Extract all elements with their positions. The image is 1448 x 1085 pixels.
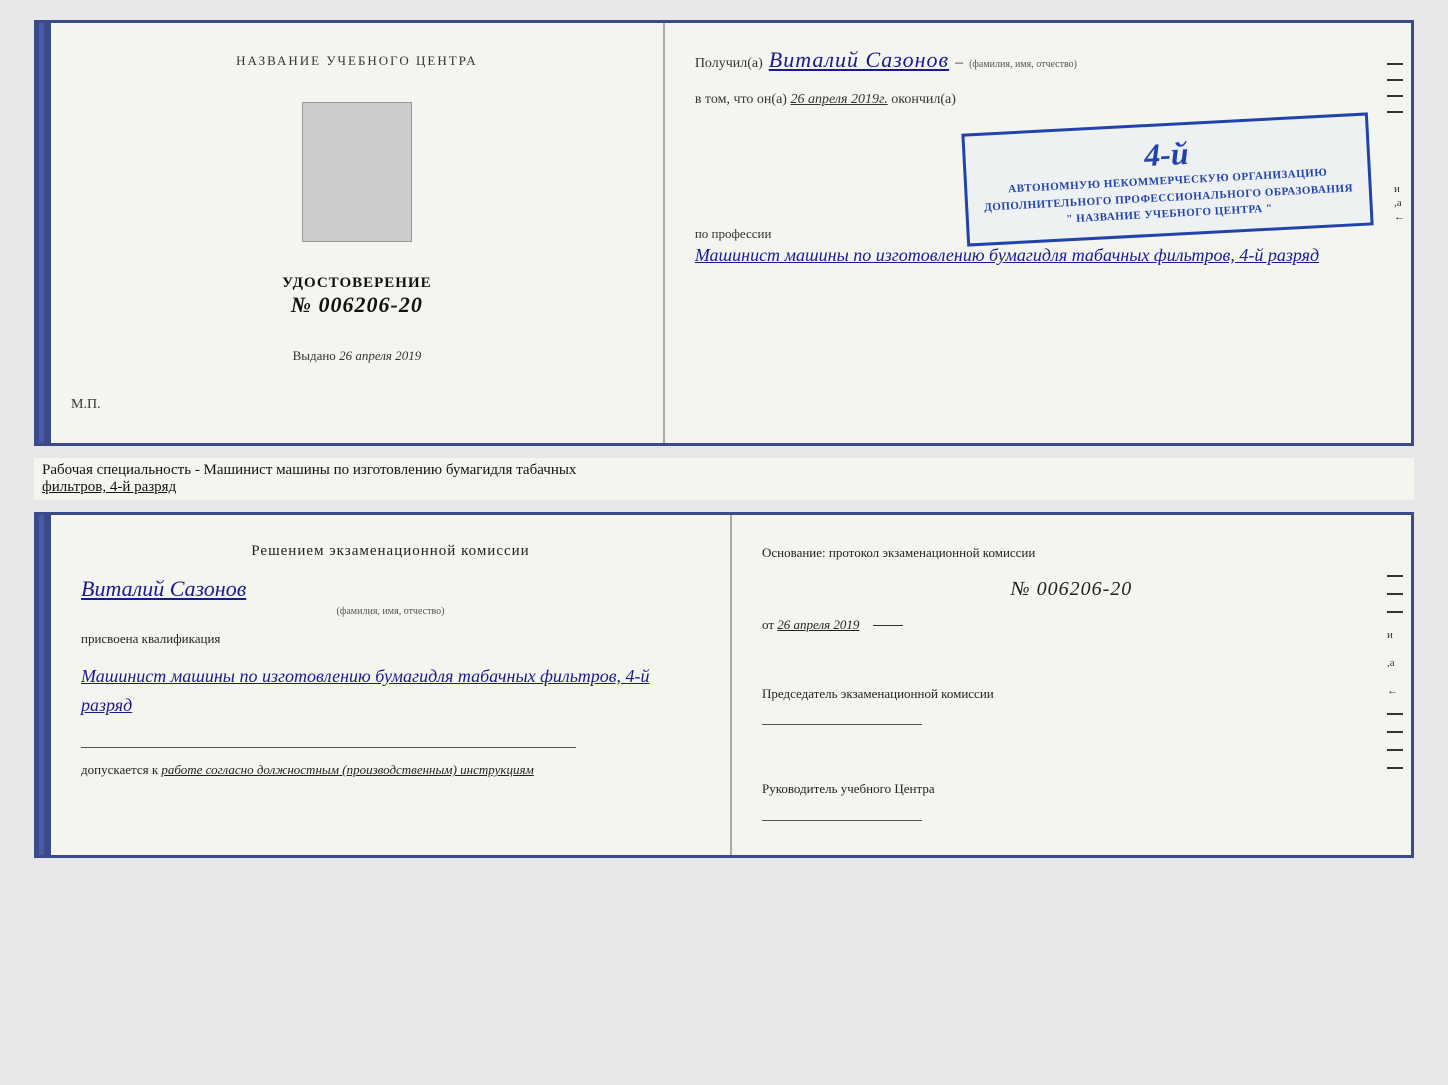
- book-spine-top: [37, 23, 51, 443]
- left-header: НАЗВАНИЕ УЧЕБНОГО ЦЕНТРА: [236, 53, 477, 69]
- dash1: –: [955, 54, 963, 72]
- rdash-letter-i: и: [1387, 629, 1403, 641]
- bottom-text1: Рабочая специальность - Машинист машины …: [42, 462, 576, 478]
- finished-label: окончил(а): [891, 92, 956, 107]
- name-sublabel: (фамилия, имя, отчество): [969, 59, 1077, 70]
- date-dash: [873, 625, 903, 626]
- rdash-letter-k: ←: [1387, 685, 1403, 697]
- exam-left-page: Решением экзаменационной комиссии Витали…: [51, 515, 732, 855]
- side-letters: и ,а ←: [1394, 183, 1405, 223]
- left-page: НАЗВАНИЕ УЧЕБНОГО ЦЕНТРА УДОСТОВЕРЕНИЕ №…: [51, 23, 665, 443]
- bottom-text2: фильтров, 4-й разряд: [42, 479, 176, 495]
- received-label: Получил(а): [695, 53, 763, 75]
- side-letter-i: и: [1394, 183, 1405, 195]
- allowed-text: работе согласно должностным (производств…: [161, 762, 533, 777]
- issued-date: 26 апреля 2019: [339, 348, 421, 363]
- rdash-1: [1387, 575, 1403, 577]
- book-spine-bottom: [37, 515, 51, 855]
- body-date: 26 апреля 2019г.: [790, 92, 887, 107]
- right-page: Получил(а) Виталий Сазонов – (фамилия, и…: [665, 23, 1411, 443]
- rdash-letter-a: ,а: [1387, 657, 1403, 669]
- exam-number: № 006206-20: [762, 578, 1381, 601]
- stamp-block: 4-й АВТОНОМНУЮ НЕКОММЕРЧЕСКУЮ ОРГАНИЗАЦИ…: [961, 112, 1374, 246]
- bottom-label: Рабочая специальность - Машинист машины …: [34, 458, 1414, 500]
- rdash-3: [1387, 611, 1403, 613]
- rdash-5: [1387, 731, 1403, 733]
- photo-placeholder: [302, 102, 412, 242]
- exam-date-line: от 26 апреля 2019: [762, 615, 1381, 636]
- commission-title: Решением экзаменационной комиссии: [81, 543, 700, 560]
- dash-dec-1: [1387, 63, 1403, 65]
- side-letter-a: ,а: [1394, 197, 1405, 209]
- body-intro: в том, что он(а): [695, 92, 787, 107]
- exam-book: Решением экзаменационной комиссии Витали…: [34, 512, 1414, 858]
- rdash-7: [1387, 767, 1403, 769]
- recipient-line: Получил(а) Виталий Сазонов – (фамилия, и…: [695, 47, 1381, 75]
- mp-label: М.П.: [71, 397, 101, 413]
- side-letter-k: ←: [1394, 211, 1405, 223]
- basis-label: Основание: протокол экзаменационной коми…: [762, 543, 1381, 564]
- profession-text: Машинист машины по изготовлению бумагидл…: [695, 242, 1381, 269]
- chairman-signature-line: [762, 724, 922, 725]
- chairman-label: Председатель экзаменационной комиссии: [762, 684, 1381, 705]
- date-prefix: от: [762, 617, 774, 632]
- certificate-book: НАЗВАНИЕ УЧЕБНОГО ЦЕНТРА УДОСТОВЕРЕНИЕ №…: [34, 20, 1414, 446]
- qualification-label: присвоена квалификация: [81, 629, 700, 650]
- exam-date: 26 апреля 2019: [777, 617, 859, 632]
- allowed-text-block: допускается к работе согласно должностны…: [81, 760, 700, 781]
- side-dashes: [1387, 63, 1403, 113]
- dash-dec-3: [1387, 95, 1403, 97]
- exam-person-block: Виталий Сазонов (фамилия, имя, отчество): [81, 572, 700, 617]
- allowed-label: допускается к: [81, 762, 158, 777]
- dash-dec-2: [1387, 79, 1403, 81]
- dash-dec-4: [1387, 111, 1403, 113]
- document-container: НАЗВАНИЕ УЧЕБНОГО ЦЕНТРА УДОСТОВЕРЕНИЕ №…: [34, 20, 1414, 858]
- exam-profession: Машинист машины по изготовлению бумагидл…: [81, 662, 700, 720]
- director-label: Руководитель учебного Центра: [762, 779, 1381, 800]
- cert-number: № 006206-20: [282, 292, 432, 318]
- director-signature-line: [762, 820, 922, 821]
- issued-label: Выдано: [293, 348, 336, 363]
- exam-right-page: Основание: протокол экзаменационной коми…: [732, 515, 1411, 855]
- cert-title-block: УДОСТОВЕРЕНИЕ № 006206-20: [282, 275, 432, 318]
- exam-name-sublabel: (фамилия, имя, отчество): [81, 606, 700, 617]
- cert-title: УДОСТОВЕРЕНИЕ: [282, 275, 432, 292]
- right-side-dashes: и ,а ←: [1387, 575, 1403, 769]
- rdash-4: [1387, 713, 1403, 715]
- rdash-2: [1387, 593, 1403, 595]
- exam-person-name: Виталий Сазонов: [81, 576, 700, 602]
- rdash-6: [1387, 749, 1403, 751]
- body-text-block: в том, что он(а) 26 апреля 2019г. окончи…: [695, 89, 1381, 111]
- issued-line: Выдано 26 апреля 2019: [293, 348, 422, 364]
- recipient-name: Виталий Сазонов: [769, 47, 949, 73]
